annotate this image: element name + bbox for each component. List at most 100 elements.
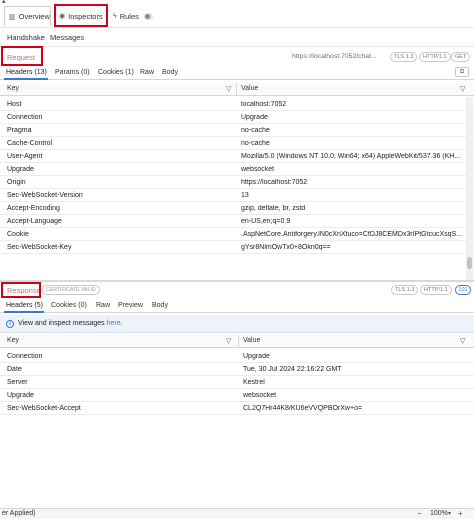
filter-icon[interactable]: ▽	[460, 85, 465, 93]
http-badge: HTTP/1.1	[419, 52, 451, 62]
info-end: .	[120, 320, 123, 327]
header-key: Accept-Language	[7, 218, 62, 225]
tab-overview-label: Overview	[18, 12, 50, 21]
rules-toggle[interactable]	[143, 12, 153, 20]
table-row[interactable]: Cookie .AspNetCore.Antiforgery.lN0cXnXtuc…	[0, 228, 474, 241]
resp-col-value: Value	[243, 337, 261, 344]
table-row[interactable]: Sec-WebSocket-Accept CL2Q7Hr44K8/KU6eVVQP…	[0, 402, 474, 415]
table-row[interactable]: Date Tue, 30 Jul 2024 22:16:22 GMT	[0, 363, 474, 376]
header-key: Sec-WebSocket-Accept	[7, 405, 81, 412]
header-key: Origin	[7, 179, 26, 186]
info-text: View and inspect messages here.	[18, 320, 123, 327]
info-link[interactable]: here	[107, 320, 121, 327]
req-tab-params[interactable]: Params (0)	[55, 69, 90, 76]
resp-tab-preview[interactable]: Preview	[118, 302, 143, 309]
header-key: Date	[7, 366, 22, 373]
header-value: .AspNetCore.Antiforgery.lN0cXnXtuco=CfDJ…	[241, 231, 463, 238]
header-key: Upgrade	[7, 166, 34, 173]
table-row[interactable]: Sec-WebSocket-Version 13	[0, 189, 474, 202]
resp-tab-raw[interactable]: Raw	[96, 302, 110, 309]
chevron-down-icon[interactable]: ▾	[448, 510, 451, 517]
table-row[interactable]: Sec-WebSocket-Key gYsr8NlmOwTx0+8Okn0q==	[0, 241, 474, 254]
header-key: Server	[7, 379, 28, 386]
highlight-request	[1, 46, 43, 66]
column-divider[interactable]	[238, 335, 239, 348]
request-header-row: Request https://localhost:7052/chat... T…	[0, 46, 474, 66]
req-tab-body[interactable]: Body	[162, 69, 178, 76]
zoom-in-button[interactable]: +	[458, 509, 463, 518]
header-key: Sec-WebSocket-Key	[7, 244, 72, 251]
table-row[interactable]: Origin https://localhost:7052	[0, 176, 474, 189]
header-value: Tue, 30 Jul 2024 22:16:22 GMT	[243, 366, 342, 373]
info-icon: i	[6, 320, 14, 328]
resp-col-key: Key	[7, 337, 20, 344]
table-row[interactable]: Accept-Language en-US,en;q=0.9	[0, 215, 474, 228]
request-url[interactable]: https://localhost:7052/chat...	[292, 53, 377, 60]
info-message: View and inspect messages	[18, 320, 107, 327]
header-value: 13	[241, 192, 249, 199]
method-badge: GET	[451, 52, 471, 62]
status-bar: er Applied) − 100% ▾ +	[0, 508, 474, 519]
column-divider[interactable]	[236, 83, 237, 96]
tab-rules-label: Rules	[119, 11, 139, 21]
table-row[interactable]: Accept-Encoding gzip, deflate, br, zstd	[0, 202, 474, 215]
status-left-text: er Applied)	[2, 510, 36, 517]
header-key: Sec-WebSocket-Version	[7, 192, 83, 199]
tls-badge: TLS 1.3	[390, 52, 418, 62]
highlight-inspectors	[54, 4, 108, 27]
certificate-badge: CERTIFICATE VALID	[42, 285, 100, 295]
req-col-key: Key	[7, 85, 20, 92]
scrollbar-thumb[interactable]	[467, 257, 472, 269]
http-badge: HTTP/1.1	[420, 285, 452, 295]
tab-overview[interactable]: ▥ Overview	[4, 6, 51, 26]
header-key: User-Agent	[7, 153, 43, 160]
table-row[interactable]: Cache-Control no-cache	[0, 137, 474, 150]
filter-icon[interactable]: ▽	[460, 337, 465, 345]
table-row[interactable]: Host localhost:7052	[0, 98, 474, 111]
table-row[interactable]: Pragma no-cache	[0, 124, 474, 137]
request-detail-tabs: Headers (13) Params (0) Cookies (1) Raw …	[0, 66, 474, 80]
header-value: websocket	[241, 166, 275, 173]
subtab-messages[interactable]: Messages	[50, 33, 84, 42]
resp-tab-headers[interactable]: Headers (5)	[6, 302, 43, 309]
tab-rules[interactable]: ϟ Rules	[108, 6, 158, 26]
table-row[interactable]: Upgrade websocket	[0, 163, 474, 176]
resp-tab-cookies[interactable]: Cookies (0)	[51, 302, 87, 309]
table-row[interactable]: Server Kestrel	[0, 376, 474, 389]
req-tab-raw[interactable]: Raw	[140, 69, 154, 76]
response-table-header: Key ▽ Value ▽	[0, 335, 474, 348]
filter-icon[interactable]: ▽	[226, 337, 231, 345]
lightning-icon: ϟ	[113, 12, 117, 20]
zoom-level[interactable]: 100%	[430, 510, 448, 517]
header-value: gzip, deflate, br, zstd	[241, 205, 306, 212]
table-row[interactable]: Connection Upgrade	[0, 111, 474, 124]
header-key: Accept-Encoding	[7, 205, 60, 212]
subtab-handshake[interactable]: Handshake	[7, 33, 45, 42]
req-tab-headers[interactable]: Headers (13)	[6, 69, 47, 76]
header-value: Upgrade	[243, 353, 270, 360]
header-key: Cache-Control	[7, 140, 53, 147]
table-row[interactable]: Connection Upgrade	[0, 350, 474, 363]
header-key: Host	[7, 101, 22, 108]
header-value: websocket	[243, 392, 277, 399]
header-value: no-cache	[241, 127, 270, 134]
sub-tab-bar: Handshake Messages	[0, 30, 474, 46]
copy-icon[interactable]: ⧉	[455, 67, 469, 77]
req-tab-cookies[interactable]: Cookies (1)	[98, 69, 134, 76]
header-value: localhost:7052	[241, 101, 287, 108]
filter-icon[interactable]: ▽	[226, 85, 231, 93]
request-table-header: Key ▽ Value ▽	[0, 83, 474, 96]
resp-tab-body[interactable]: Body	[152, 302, 168, 309]
header-value: no-cache	[241, 140, 270, 147]
header-key: Upgrade	[7, 392, 34, 399]
req-col-value: Value	[241, 85, 259, 92]
header-value: gYsr8NlmOwTx0+8Okn0q==	[241, 244, 331, 251]
table-row[interactable]: User-Agent Mozilla/5.0 (Windows NT 10.0; …	[0, 150, 474, 163]
status-badge: 101	[455, 285, 471, 295]
active-tab-indicator	[4, 311, 44, 313]
request-scrollbar[interactable]	[466, 97, 473, 280]
table-row[interactable]: Upgrade websocket	[0, 389, 474, 402]
highlight-response	[1, 282, 41, 298]
header-key: Connection	[7, 353, 43, 360]
zoom-out-button[interactable]: −	[417, 509, 422, 518]
